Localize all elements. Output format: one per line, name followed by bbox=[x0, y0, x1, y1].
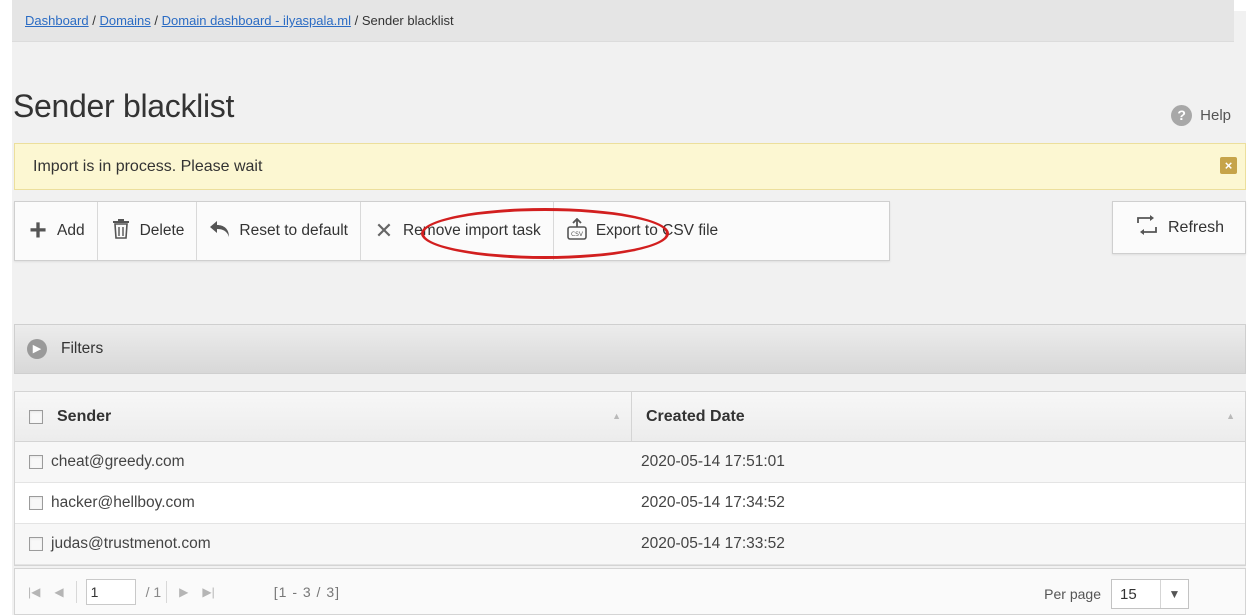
sort-icon: ▲ bbox=[612, 411, 621, 421]
column-header-created-date[interactable]: Created Date ▲ bbox=[632, 392, 1245, 441]
sender-cell: cheat@greedy.com bbox=[15, 453, 632, 471]
page-number-input[interactable]: 1 bbox=[85, 578, 136, 605]
add-button[interactable]: + Add bbox=[15, 202, 98, 260]
refresh-label: Refresh bbox=[1167, 218, 1225, 236]
breadcrumb-link-domain-dashboard[interactable]: Domain dashboard - ilyaspala.ml bbox=[162, 13, 351, 28]
page-title: Sender blacklist bbox=[13, 88, 235, 124]
row-checkbox[interactable] bbox=[29, 496, 43, 510]
table-row[interactable]: cheat@greedy.com 2020-05-14 17:51:01 bbox=[15, 442, 1245, 483]
expand-arrow-icon: ▶ bbox=[27, 339, 47, 359]
per-page-control: Per page 15 ▼ bbox=[1044, 579, 1189, 609]
prev-page-icon[interactable]: ◀ bbox=[47, 585, 70, 599]
csv-export-icon: CSV bbox=[566, 217, 588, 245]
export-csv-button[interactable]: CSV Export to CSV file bbox=[554, 202, 730, 260]
notice-text: Import is in process. Please wait bbox=[33, 158, 263, 175]
blacklist-table: Sender ▲ Created Date ▲ cheat@greedy.com… bbox=[14, 391, 1246, 566]
undo-icon bbox=[209, 220, 231, 243]
table-row[interactable]: hacker@hellboy.com 2020-05-14 17:34:52 bbox=[15, 483, 1245, 524]
sender-email: cheat@greedy.com bbox=[51, 453, 185, 470]
record-range: [1 - 3 / 3] bbox=[273, 583, 341, 600]
column-header-label: Sender bbox=[57, 407, 112, 425]
reset-to-default-button[interactable]: Reset to default bbox=[197, 202, 361, 260]
remove-import-task-button[interactable]: ✕ Remove import task bbox=[361, 202, 554, 260]
chevron-down-icon: ▼ bbox=[1160, 580, 1188, 608]
last-page-icon[interactable]: ▶| bbox=[195, 585, 221, 599]
svg-text:CSV: CSV bbox=[571, 231, 584, 238]
delete-button[interactable]: Delete bbox=[98, 202, 198, 260]
per-page-select[interactable]: 15 ▼ bbox=[1111, 579, 1189, 609]
breadcrumb-separator: / bbox=[154, 13, 159, 28]
created-date-cell: 2020-05-14 17:34:52 bbox=[641, 494, 785, 511]
close-icon[interactable]: × bbox=[1220, 157, 1237, 174]
help-label: Help bbox=[1200, 107, 1231, 124]
add-label: Add bbox=[57, 222, 85, 239]
breadcrumb-separator: / bbox=[92, 13, 96, 28]
breadcrumb-link-domains[interactable]: Domains bbox=[99, 13, 150, 28]
row-checkbox[interactable] bbox=[29, 537, 43, 551]
table-header: Sender ▲ Created Date ▲ bbox=[15, 392, 1245, 442]
created-date-cell: 2020-05-14 17:33:52 bbox=[641, 535, 785, 552]
pagination-bar: |◀ ◀ 1 / 1 ▶ ▶| [1 - 3 / 3] Per page 15 … bbox=[14, 568, 1246, 615]
trash-icon bbox=[110, 218, 132, 244]
row-checkbox[interactable] bbox=[29, 455, 43, 469]
reset-label: Reset to default bbox=[239, 222, 348, 239]
sender-cell: judas@trustmenot.com bbox=[15, 535, 632, 553]
help-link[interactable]: ? Help bbox=[1171, 105, 1231, 126]
table-row[interactable]: judas@trustmenot.com 2020-05-14 17:33:52 bbox=[15, 524, 1245, 565]
pager-divider bbox=[166, 580, 168, 603]
sort-icon: ▲ bbox=[1226, 411, 1235, 421]
breadcrumb-separator: / bbox=[354, 13, 359, 28]
sender-cell: hacker@hellboy.com bbox=[15, 494, 632, 512]
delete-label: Delete bbox=[139, 222, 185, 239]
filters-label: Filters bbox=[61, 340, 104, 357]
export-label: Export to CSV file bbox=[595, 222, 719, 239]
plus-icon: + bbox=[29, 214, 47, 247]
filters-panel-toggle[interactable]: ▶ Filters bbox=[14, 324, 1246, 374]
close-icon: ✕ bbox=[374, 218, 394, 243]
first-page-icon[interactable]: |◀ bbox=[21, 585, 47, 599]
column-header-sender[interactable]: Sender ▲ bbox=[15, 392, 632, 441]
toolbar: + Add Delete Reset to default ✕ Remove i… bbox=[14, 201, 890, 261]
pager-divider bbox=[75, 580, 77, 603]
help-icon: ? bbox=[1171, 105, 1193, 126]
select-all-checkbox[interactable] bbox=[29, 409, 43, 424]
breadcrumb: Dashboard / Domains / Domain dashboard -… bbox=[12, 0, 1234, 42]
breadcrumb-current: Sender blacklist bbox=[361, 13, 454, 28]
refresh-button[interactable]: Refresh bbox=[1112, 201, 1246, 254]
column-header-label: Created Date bbox=[646, 407, 745, 425]
refresh-icon bbox=[1134, 214, 1160, 242]
next-page-icon[interactable]: ▶ bbox=[172, 585, 195, 599]
sender-email: hacker@hellboy.com bbox=[51, 494, 195, 511]
per-page-label: Per page bbox=[1044, 586, 1101, 602]
sender-email: judas@trustmenot.com bbox=[51, 535, 211, 552]
per-page-value: 15 bbox=[1120, 585, 1137, 603]
page-total: / 1 bbox=[145, 583, 162, 600]
remove-import-label: Remove import task bbox=[402, 222, 541, 239]
created-date-cell: 2020-05-14 17:51:01 bbox=[641, 453, 785, 470]
breadcrumb-link-dashboard[interactable]: Dashboard bbox=[25, 13, 89, 28]
import-notice: Import is in process. Please wait × bbox=[14, 143, 1246, 190]
